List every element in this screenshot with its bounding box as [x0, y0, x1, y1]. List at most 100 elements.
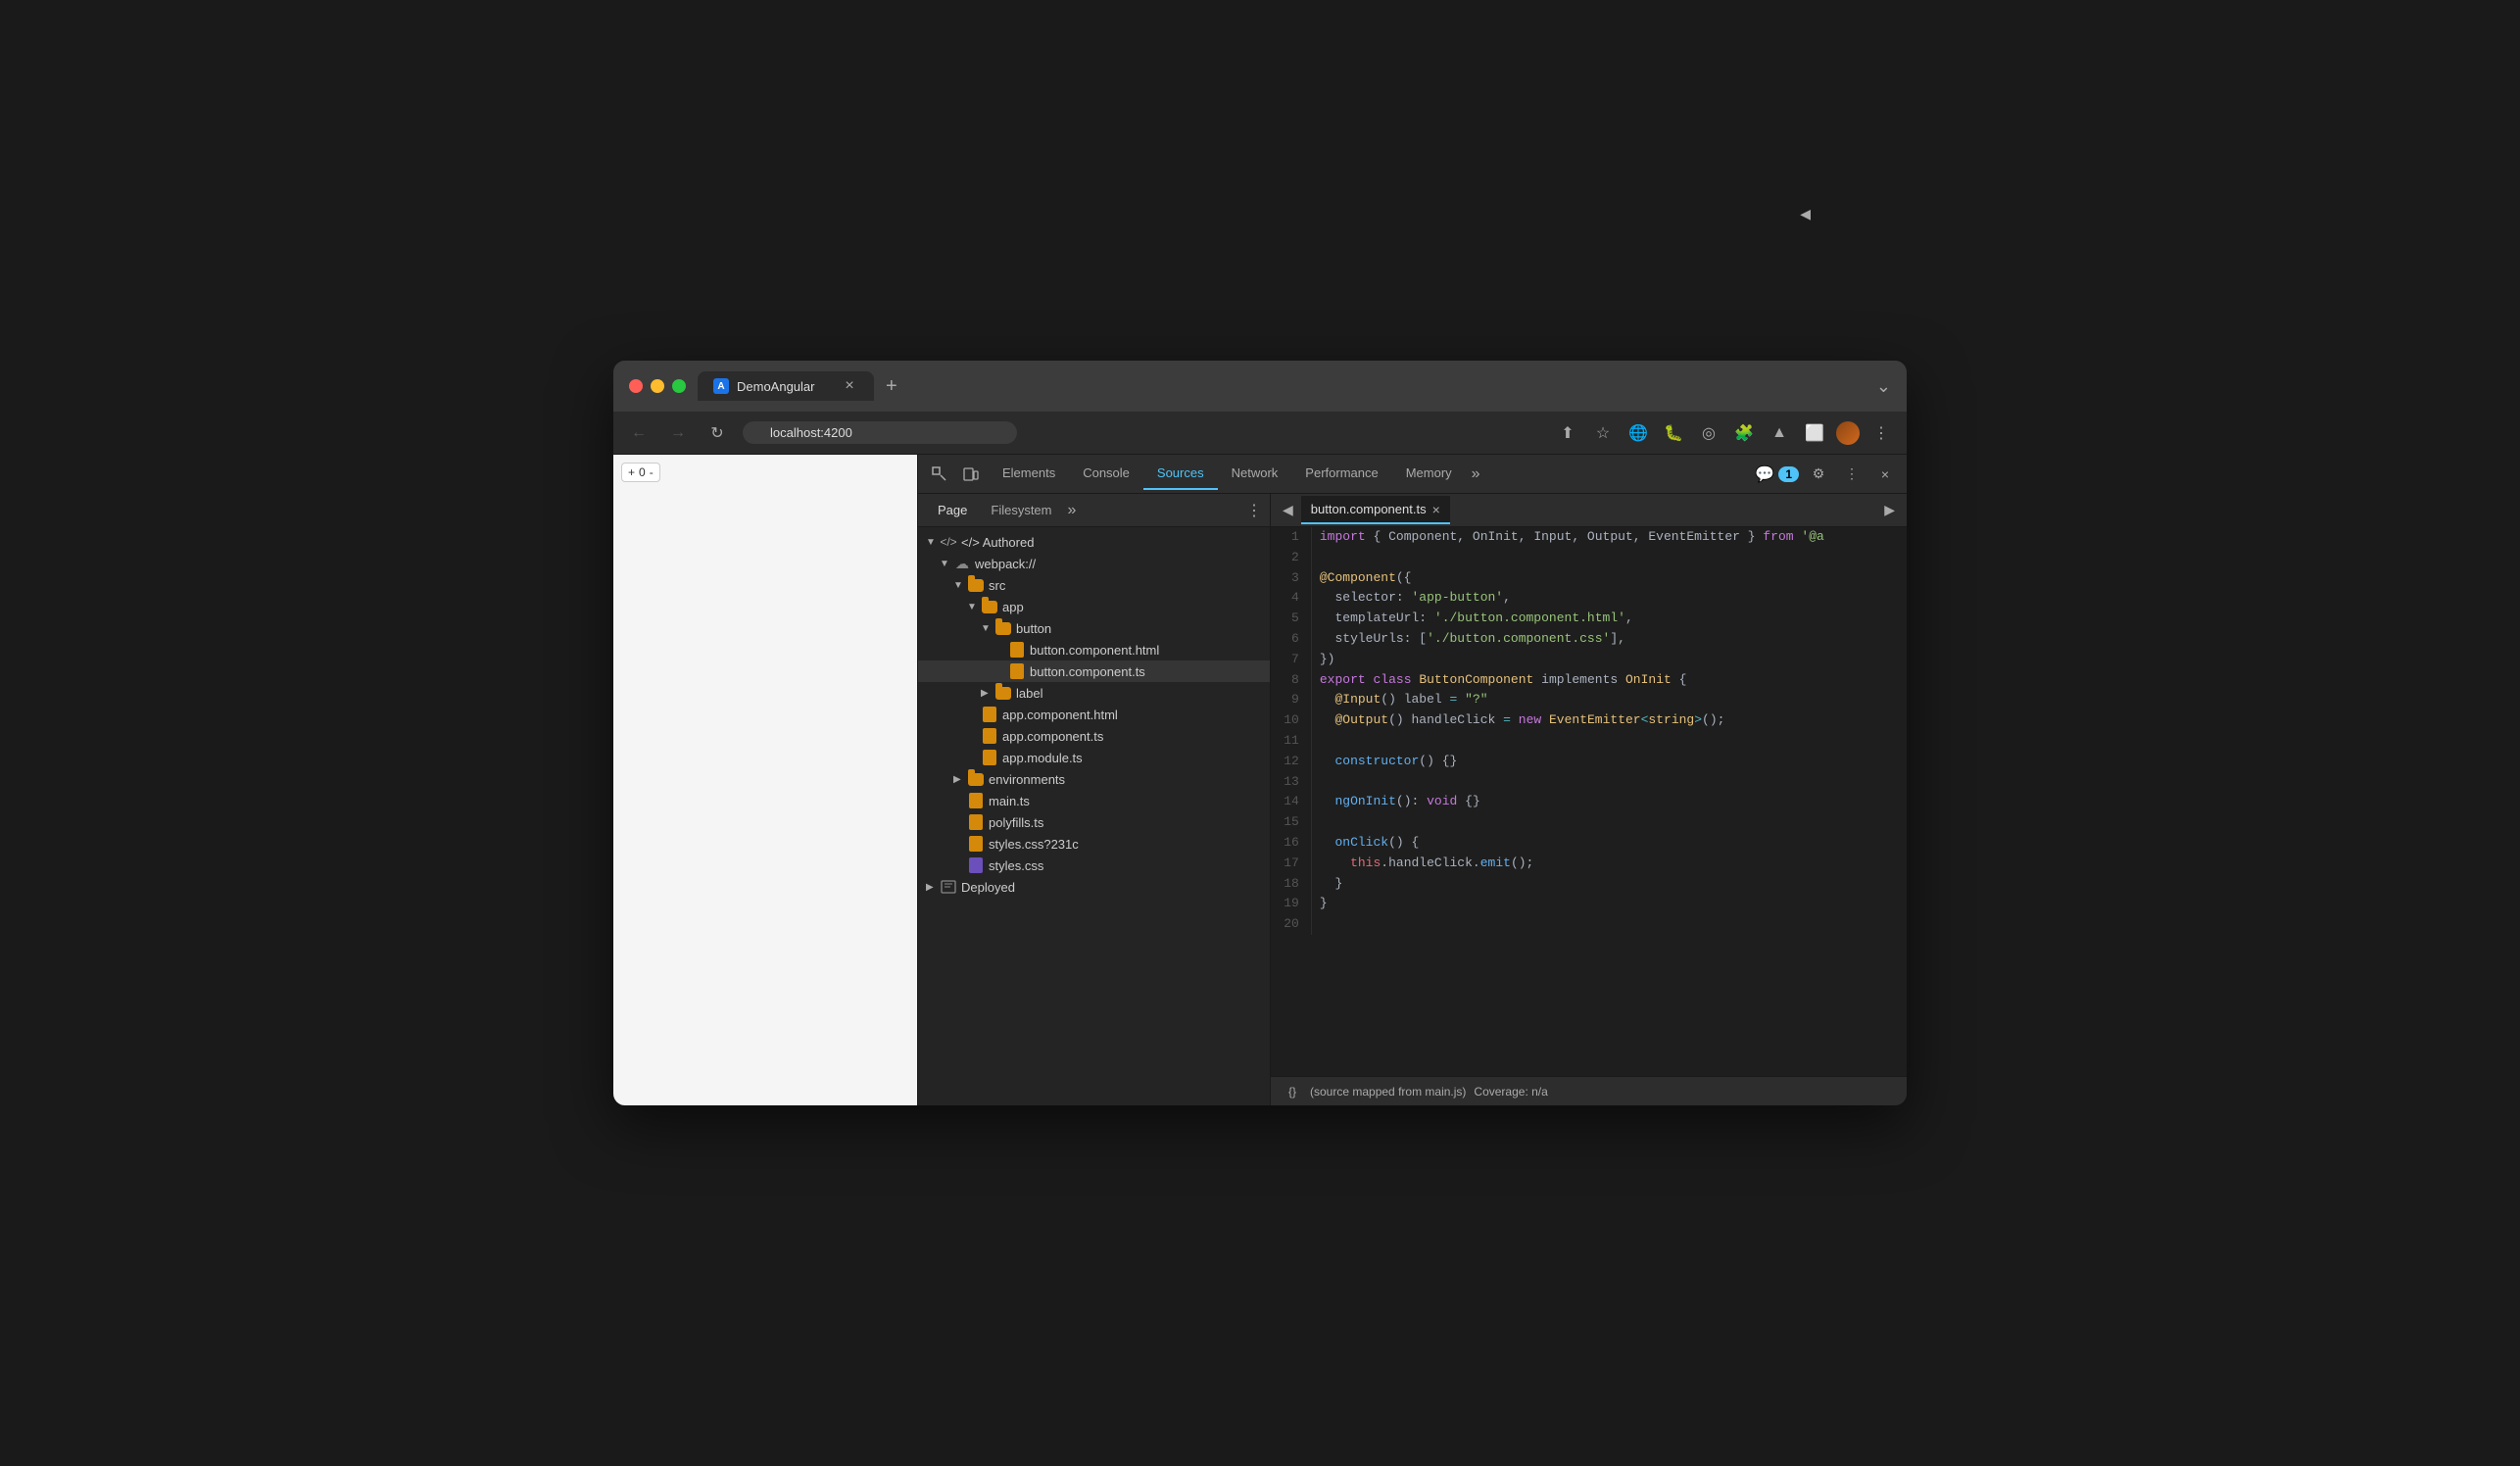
device-toggle-button[interactable]	[957, 461, 985, 488]
styles-231c-icon	[967, 836, 985, 852]
refresh-button[interactable]: ↻	[703, 419, 731, 447]
code-lines: 1 import { Component, OnInit, Input, Out…	[1271, 527, 1907, 935]
tab-elements[interactable]: Elements	[989, 458, 1069, 490]
devtools-toolbar: Elements Console Sources Network Perform…	[918, 455, 1907, 494]
minimize-button[interactable]	[651, 379, 664, 393]
console-badge: 1	[1778, 466, 1799, 482]
code-tab-button-ts[interactable]: button.component.ts ×	[1301, 496, 1450, 524]
navigate-back-button[interactable]: ◀	[1275, 496, 1301, 524]
bug-icon[interactable]: 🐛	[1660, 419, 1687, 447]
expand-arrow-button: ▼	[981, 623, 994, 634]
toolbar-icons: ⬆ ☆ 🌐 🐛 ◎ 🧩 ▲ ⬜ ⋮	[1554, 419, 1895, 447]
src-folder-icon	[967, 577, 985, 593]
deployed-item[interactable]: ▶ Deployed	[918, 876, 1270, 898]
tab-network[interactable]: Network	[1218, 458, 1292, 490]
tab-close-button[interactable]: ×	[841, 377, 858, 395]
tab-console[interactable]: Console	[1069, 458, 1143, 490]
code-line-20: 20	[1271, 914, 1907, 935]
code-statusbar: {} (source mapped from main.js) Coverage…	[1271, 1076, 1907, 1105]
polyfills-label: polyfills.ts	[989, 815, 1043, 830]
bookmark-icon[interactable]: ☆	[1589, 419, 1617, 447]
code-line-17: 17 this.handleClick.emit();	[1271, 854, 1907, 874]
styles-231c-item[interactable]: ▶ styles.css?231c	[918, 833, 1270, 855]
tabs-more-button[interactable]: »	[1466, 458, 1486, 491]
app-item[interactable]: ▼ app	[918, 596, 1270, 617]
webpack-item[interactable]: ▼ ☁ webpack://	[918, 553, 1270, 574]
settings-button[interactable]: ⚙	[1805, 461, 1832, 488]
authored-label: </> Authored	[961, 535, 1034, 550]
tab-memory[interactable]: Memory	[1392, 458, 1466, 490]
maximize-button[interactable]	[672, 379, 686, 393]
share-icon[interactable]: ⬆	[1554, 419, 1581, 447]
menu-icon[interactable]: ⋮	[1867, 419, 1895, 447]
label-folder-icon	[994, 685, 1012, 701]
pretty-print-button[interactable]: {}	[1283, 1083, 1302, 1100]
styles-css-label: styles.css	[989, 858, 1043, 873]
code-editor[interactable]: 1 import { Component, OnInit, Input, Out…	[1271, 527, 1907, 1076]
code-tab-arrow-button[interactable]: ▶	[1876, 496, 1903, 524]
styles-231c-label: styles.css?231c	[989, 837, 1079, 852]
address-input[interactable]	[743, 421, 1017, 444]
panel-tabs-more[interactable]: »	[1064, 496, 1081, 525]
inspect-element-button[interactable]	[926, 461, 953, 488]
label-label: label	[1016, 686, 1042, 701]
code-line-8: 8 export class ButtonComponent implement…	[1271, 670, 1907, 691]
file-tree: ▼ </> </> Authored ▼ ☁	[918, 527, 1270, 1105]
profile-icon[interactable]	[1836, 421, 1860, 445]
back-button[interactable]: ←	[625, 419, 653, 447]
close-devtools-button[interactable]: ×	[1871, 461, 1899, 488]
button-folder-item[interactable]: ▼ button	[918, 617, 1270, 639]
app-module-item[interactable]: ▶ app.module.ts	[918, 747, 1270, 768]
code-tab-close-button[interactable]: ×	[1432, 503, 1440, 516]
vpn-icon[interactable]: ◎	[1695, 419, 1722, 447]
cloud-icon: ☁	[953, 556, 971, 571]
authored-item[interactable]: ▼ </> </> Authored	[918, 531, 1270, 553]
code-panel: ◀ ◀ button.component.ts × ▶	[1271, 494, 1907, 1105]
close-button[interactable]	[629, 379, 643, 393]
test-icon[interactable]: ▲	[1766, 419, 1793, 447]
polyfills-item[interactable]: ▶ polyfills.ts	[918, 811, 1270, 833]
tab-sources[interactable]: Sources	[1143, 458, 1218, 490]
expand-arrow-environments: ▶	[953, 774, 967, 785]
code-line-5: 5 templateUrl: './button.component.html'…	[1271, 609, 1907, 629]
code-tab-label: button.component.ts	[1311, 502, 1427, 516]
environments-item[interactable]: ▶ environments	[918, 768, 1270, 790]
panel-tabs: Page Filesystem » ⋮	[918, 494, 1270, 527]
main-ts-item[interactable]: ▶ main.ts	[918, 790, 1270, 811]
console-icon: 💬	[1755, 464, 1774, 484]
browser-tab[interactable]: A DemoAngular ×	[698, 371, 874, 401]
main-ts-label: main.ts	[989, 794, 1030, 808]
src-item[interactable]: ▼ src	[918, 574, 1270, 596]
traffic-lights	[629, 379, 686, 393]
page-tab[interactable]: Page	[926, 497, 979, 523]
button-html-item[interactable]: ▶ button.component.html	[918, 639, 1270, 660]
app-ts-item[interactable]: ▶ app.component.ts	[918, 725, 1270, 747]
app-module-icon	[981, 750, 998, 765]
main-content: + 0 -	[613, 455, 1907, 1105]
new-tab-button[interactable]: +	[878, 371, 905, 402]
button-ts-item[interactable]: ▶ button.component.ts	[918, 660, 1270, 682]
code-line-2: 2	[1271, 548, 1907, 568]
zoom-value: 0	[639, 465, 646, 479]
panel-menu-button[interactable]: ⋮	[1246, 501, 1262, 520]
filesystem-tab[interactable]: Filesystem	[979, 497, 1063, 523]
tab-performance[interactable]: Performance	[1291, 458, 1391, 490]
expand-arrow-webpack: ▼	[940, 559, 953, 569]
button-html-label: button.component.html	[1030, 643, 1159, 658]
extension-icon[interactable]: ⬜	[1801, 419, 1828, 447]
window-dropdown[interactable]: ⌄	[1876, 376, 1891, 397]
styles-css-item[interactable]: ▶ styles.css	[918, 855, 1270, 876]
puzzle-icon[interactable]: 🧩	[1730, 419, 1758, 447]
html-file-icon	[1008, 642, 1026, 658]
app-ts-label: app.component.ts	[1002, 729, 1103, 744]
label-folder-item[interactable]: ▶ label	[918, 682, 1270, 704]
forward-button[interactable]: →	[664, 419, 692, 447]
earth-icon[interactable]: 🌐	[1624, 419, 1652, 447]
app-html-icon	[981, 707, 998, 722]
code-line-16: 16 onClick() {	[1271, 833, 1907, 854]
zoom-plus[interactable]: +	[628, 465, 635, 479]
app-html-item[interactable]: ▶ app.component.html	[918, 704, 1270, 725]
zoom-minus[interactable]: -	[650, 465, 654, 479]
more-options-button[interactable]: ⋮	[1838, 461, 1866, 488]
app-label: app	[1002, 600, 1024, 614]
